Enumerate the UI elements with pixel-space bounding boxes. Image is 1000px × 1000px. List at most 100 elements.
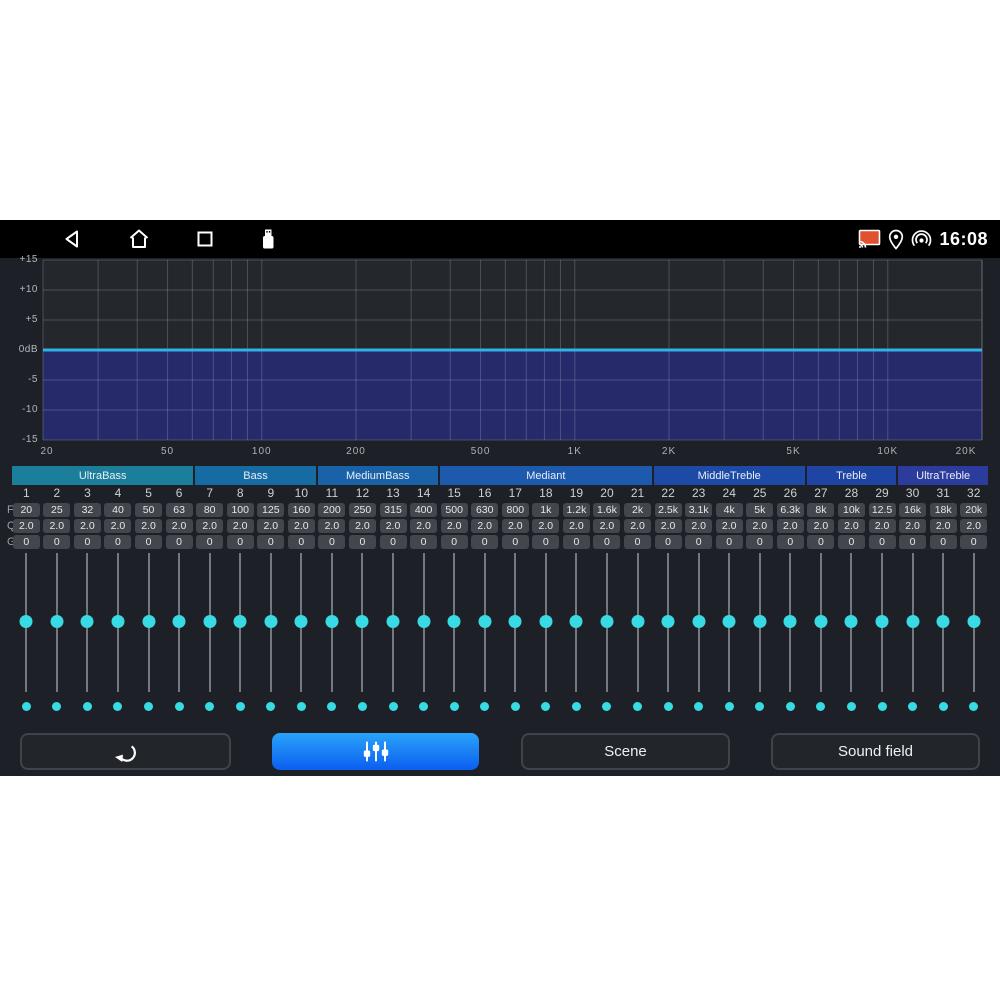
eq-slider-ch20[interactable]: [592, 553, 623, 693]
plot-area-upper: [43, 260, 982, 350]
slider-handle[interactable]: [295, 615, 308, 628]
slider-handle[interactable]: [906, 615, 919, 628]
slider-handle[interactable]: [448, 615, 461, 628]
eq-slider-ch28[interactable]: [836, 553, 867, 693]
eq-slider-ch30[interactable]: [897, 553, 928, 693]
q-value-chip: 2.0: [716, 519, 743, 533]
back-icon[interactable]: [61, 227, 85, 251]
db-tick-label: +5: [0, 315, 38, 325]
eq-slider-ch14[interactable]: [408, 553, 439, 693]
eq-slider-ch6[interactable]: [164, 553, 195, 693]
eq-slider-ch1[interactable]: [11, 553, 42, 693]
eq-slider-ch17[interactable]: [500, 553, 531, 693]
eq-slider-ch2[interactable]: [42, 553, 73, 693]
band-middletreble[interactable]: MiddleTreble: [654, 466, 805, 485]
clock-time: 16:08: [939, 229, 988, 250]
equalizer-button[interactable]: [272, 733, 479, 770]
band-ultratreble[interactable]: UltraTreble: [898, 466, 988, 485]
slider-handle[interactable]: [509, 615, 522, 628]
band-treble[interactable]: Treble: [807, 466, 897, 485]
home-icon[interactable]: [127, 227, 151, 251]
eq-slider-ch25[interactable]: [745, 553, 776, 693]
q-value-chip: 2.0: [869, 519, 896, 533]
channel-dot-row: [11, 702, 989, 712]
band-mediant[interactable]: Mediant: [440, 466, 652, 485]
slider-handle[interactable]: [173, 615, 186, 628]
eq-slider-ch31[interactable]: [928, 553, 959, 693]
eq-curve-fill: [43, 350, 982, 440]
eq-slider-ch26[interactable]: [775, 553, 806, 693]
slider-handle[interactable]: [845, 615, 858, 628]
gain-value-chip: 0: [960, 535, 987, 549]
slider-handle[interactable]: [784, 615, 797, 628]
channel-dot: [22, 702, 31, 711]
slider-handle[interactable]: [417, 615, 430, 628]
channel-dot: [755, 702, 764, 711]
slider-handle[interactable]: [234, 615, 247, 628]
slider-handle[interactable]: [325, 615, 338, 628]
eq-slider-ch3[interactable]: [72, 553, 103, 693]
eq-slider-ch29[interactable]: [867, 553, 898, 693]
eq-slider-ch11[interactable]: [317, 553, 348, 693]
slider-handle[interactable]: [264, 615, 277, 628]
channel-number: 22: [653, 486, 684, 500]
slider-handle[interactable]: [814, 615, 827, 628]
reset-button[interactable]: [20, 733, 231, 770]
slider-handle[interactable]: [387, 615, 400, 628]
eq-slider-ch12[interactable]: [347, 553, 378, 693]
slider-handle[interactable]: [876, 615, 889, 628]
eq-slider-ch27[interactable]: [806, 553, 837, 693]
slider-handle[interactable]: [50, 615, 63, 628]
slider-handle[interactable]: [937, 615, 950, 628]
band-ultrabass[interactable]: UltraBass: [12, 466, 193, 485]
channel-dot: [205, 702, 214, 711]
band-mediumbass[interactable]: MediumBass: [318, 466, 438, 485]
channel-number: 12: [347, 486, 378, 500]
eq-slider-ch21[interactable]: [622, 553, 653, 693]
eq-slider-ch15[interactable]: [439, 553, 470, 693]
scene-button[interactable]: Scene: [521, 733, 730, 770]
slider-handle[interactable]: [692, 615, 705, 628]
q-value-chip: 2.0: [380, 519, 407, 533]
slider-handle[interactable]: [478, 615, 491, 628]
eq-slider-ch9[interactable]: [256, 553, 287, 693]
slider-handle[interactable]: [967, 615, 980, 628]
channel-number: 1: [11, 486, 42, 500]
slider-handle[interactable]: [20, 615, 33, 628]
slider-handle[interactable]: [723, 615, 736, 628]
eq-slider-ch13[interactable]: [378, 553, 409, 693]
eq-slider-ch7[interactable]: [194, 553, 225, 693]
slider-handle[interactable]: [142, 615, 155, 628]
slider-handle[interactable]: [600, 615, 613, 628]
channel-dot: [144, 702, 153, 711]
slider-handle[interactable]: [111, 615, 124, 628]
eq-slider-ch8[interactable]: [225, 553, 256, 693]
sound-field-button[interactable]: Sound field: [771, 733, 980, 770]
slider-handle[interactable]: [753, 615, 766, 628]
gain-slider-bank: [11, 553, 989, 693]
gain-value-chip: 0: [74, 535, 101, 549]
q-value-chip: 2.0: [899, 519, 926, 533]
slider-handle[interactable]: [81, 615, 94, 628]
eq-slider-ch18[interactable]: [531, 553, 562, 693]
status-bar: 16:08: [0, 220, 1000, 258]
slider-handle[interactable]: [662, 615, 675, 628]
eq-slider-ch4[interactable]: [103, 553, 134, 693]
eq-slider-ch16[interactable]: [469, 553, 500, 693]
eq-slider-ch22[interactable]: [653, 553, 684, 693]
recents-icon[interactable]: [193, 227, 217, 251]
eq-slider-ch19[interactable]: [561, 553, 592, 693]
eq-slider-ch24[interactable]: [714, 553, 745, 693]
channel-number: 28: [836, 486, 867, 500]
slider-handle[interactable]: [631, 615, 644, 628]
slider-handle[interactable]: [356, 615, 369, 628]
slider-handle[interactable]: [539, 615, 552, 628]
slider-handle[interactable]: [570, 615, 583, 628]
channel-number: 2: [42, 486, 73, 500]
eq-slider-ch23[interactable]: [683, 553, 714, 693]
eq-slider-ch5[interactable]: [133, 553, 164, 693]
band-bass[interactable]: Bass: [195, 466, 315, 485]
eq-slider-ch10[interactable]: [286, 553, 317, 693]
eq-slider-ch32[interactable]: [958, 553, 989, 693]
slider-handle[interactable]: [203, 615, 216, 628]
